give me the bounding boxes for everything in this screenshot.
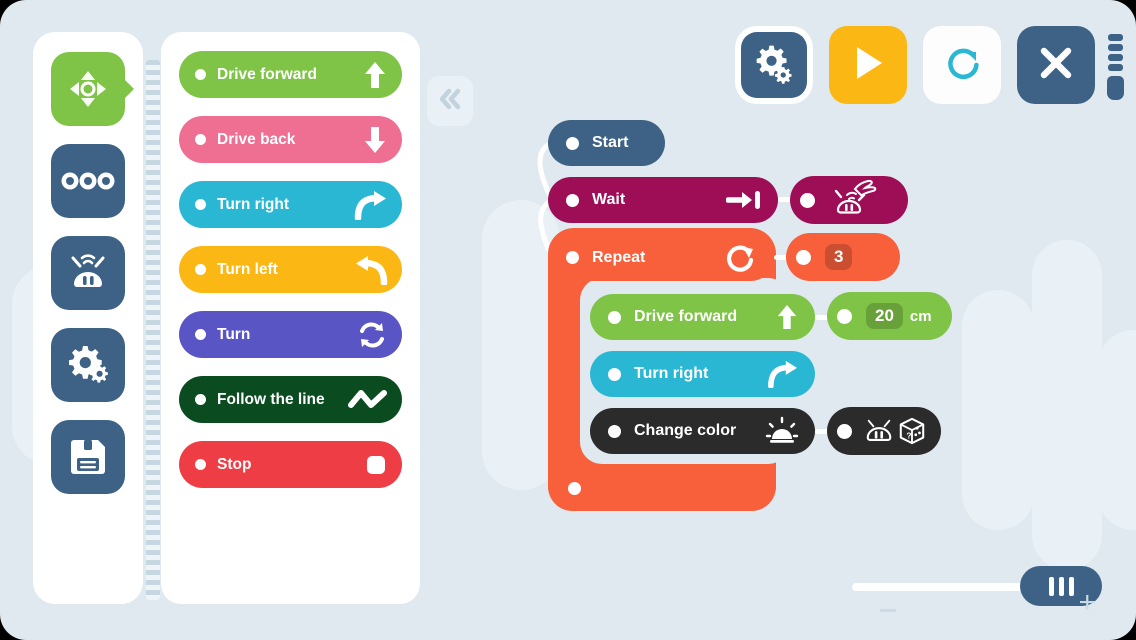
connector-dot bbox=[195, 394, 206, 405]
turn-right-icon bbox=[354, 190, 388, 220]
program-canvas[interactable]: Start Wait Repeat 3 Drive forward 20 cm … bbox=[430, 0, 1136, 640]
palette-block-drive-back[interactable]: Drive back bbox=[179, 116, 402, 163]
arrow-up-icon bbox=[362, 60, 388, 90]
connector-dot bbox=[195, 199, 206, 210]
program-block-label: Turn right bbox=[634, 365, 709, 382]
connector-dot bbox=[837, 423, 852, 439]
block-palette: Drive forward Drive back Turn right Turn… bbox=[161, 32, 420, 604]
turn-left-icon bbox=[354, 255, 388, 285]
repeat-block-bottom-arm-dot bbox=[568, 482, 581, 495]
robot-icon bbox=[64, 250, 112, 296]
robot-dice-icon: ? bbox=[864, 416, 926, 446]
program-block-label: Drive forward bbox=[634, 308, 738, 325]
rotate-icon bbox=[356, 320, 388, 350]
connector-dot bbox=[837, 308, 852, 324]
dpad-icon bbox=[65, 66, 111, 112]
grip-line bbox=[1068, 576, 1074, 596]
change-color-param-random[interactable]: ? bbox=[827, 407, 941, 455]
program-block-wait[interactable]: Wait bbox=[548, 177, 778, 223]
palette-block-stop[interactable]: Stop bbox=[179, 441, 402, 488]
drive-forward-param-distance[interactable]: 20 cm bbox=[827, 292, 952, 340]
app-window: Drive forward Drive back Turn right Turn… bbox=[0, 0, 1136, 640]
hand-tap-robot-icon bbox=[831, 178, 877, 223]
connector-dot bbox=[608, 424, 621, 438]
repeat-count-value[interactable]: 3 bbox=[825, 244, 853, 270]
stop-square-icon bbox=[364, 453, 388, 477]
rotate-cw-icon bbox=[724, 242, 758, 274]
palette-block-label: Follow the line bbox=[217, 390, 325, 408]
sidebar-item-drive-pad[interactable] bbox=[51, 52, 125, 126]
palette-block-drive-forward[interactable]: Drive forward bbox=[179, 51, 402, 98]
zoom-in-button[interactable]: + bbox=[1078, 588, 1096, 618]
palette-block-turn-left[interactable]: Turn left bbox=[179, 246, 402, 293]
palette-scroll-track[interactable] bbox=[146, 60, 160, 600]
distance-value[interactable]: 20 bbox=[866, 303, 903, 329]
three-dots-icon bbox=[60, 170, 116, 192]
program-block-drive-forward[interactable]: Drive forward bbox=[590, 294, 815, 340]
palette-block-turn-right[interactable]: Turn right bbox=[179, 181, 402, 228]
connector-dot bbox=[195, 69, 206, 80]
connector-dot bbox=[608, 310, 621, 324]
zoom-out-button[interactable] bbox=[880, 609, 896, 612]
arrow-down-icon bbox=[362, 125, 388, 155]
turn-right-icon bbox=[767, 360, 799, 388]
connector-dot bbox=[195, 329, 206, 340]
connector-dot bbox=[195, 264, 206, 275]
sidebar-item-blocks[interactable] bbox=[51, 144, 125, 218]
program-block-label: Repeat bbox=[592, 248, 646, 266]
repeat-param-count[interactable]: 3 bbox=[786, 233, 900, 281]
palette-block-label: Drive forward bbox=[217, 65, 317, 83]
grip-line bbox=[1058, 576, 1064, 596]
connector-dot bbox=[566, 251, 579, 264]
program-block-label: Change color bbox=[634, 422, 737, 439]
floppy-disk-icon bbox=[67, 436, 109, 478]
palette-block-label: Turn left bbox=[217, 260, 278, 278]
connector-dot bbox=[195, 134, 206, 145]
program-block-turn-right[interactable]: Turn right bbox=[590, 351, 815, 397]
palette-block-label: Turn bbox=[217, 325, 251, 343]
sidebar-item-save[interactable] bbox=[51, 420, 125, 494]
connector-dot bbox=[796, 249, 811, 265]
program-block-repeat[interactable]: Repeat bbox=[548, 234, 774, 281]
palette-block-label: Drive back bbox=[217, 130, 296, 148]
program-block-change-color[interactable]: Change color bbox=[590, 408, 815, 454]
palette-block-label: Stop bbox=[217, 455, 252, 473]
connector-dot bbox=[608, 367, 621, 381]
sidebar-rail bbox=[33, 32, 143, 604]
light-shine-icon bbox=[765, 416, 799, 446]
palette-block-label: Turn right bbox=[217, 195, 290, 213]
repeat-block-body bbox=[548, 462, 776, 511]
program-block-start[interactable]: Start bbox=[548, 120, 665, 166]
gears-icon bbox=[65, 342, 111, 388]
wait-param-sensor[interactable] bbox=[790, 176, 908, 224]
program-block-label: Wait bbox=[592, 191, 626, 208]
program-block-label: Start bbox=[592, 134, 629, 151]
distance-unit: cm bbox=[909, 307, 932, 325]
grip-line bbox=[1048, 576, 1054, 596]
sidebar-item-robot[interactable] bbox=[51, 236, 125, 310]
zoom-slider[interactable]: + bbox=[852, 566, 1102, 618]
arrow-up-icon bbox=[775, 302, 799, 332]
palette-block-follow-the-line[interactable]: Follow the line bbox=[179, 376, 402, 423]
svg-text:?: ? bbox=[906, 430, 911, 440]
arrow-to-bar-icon bbox=[726, 189, 762, 211]
sidebar-item-settings[interactable] bbox=[51, 328, 125, 402]
connector-dot bbox=[566, 193, 579, 207]
wave-line-icon bbox=[348, 388, 388, 412]
connector-dot bbox=[566, 136, 579, 150]
connector-dot bbox=[195, 459, 206, 470]
palette-block-turn[interactable]: Turn bbox=[179, 311, 402, 358]
connector-dot bbox=[800, 192, 815, 208]
